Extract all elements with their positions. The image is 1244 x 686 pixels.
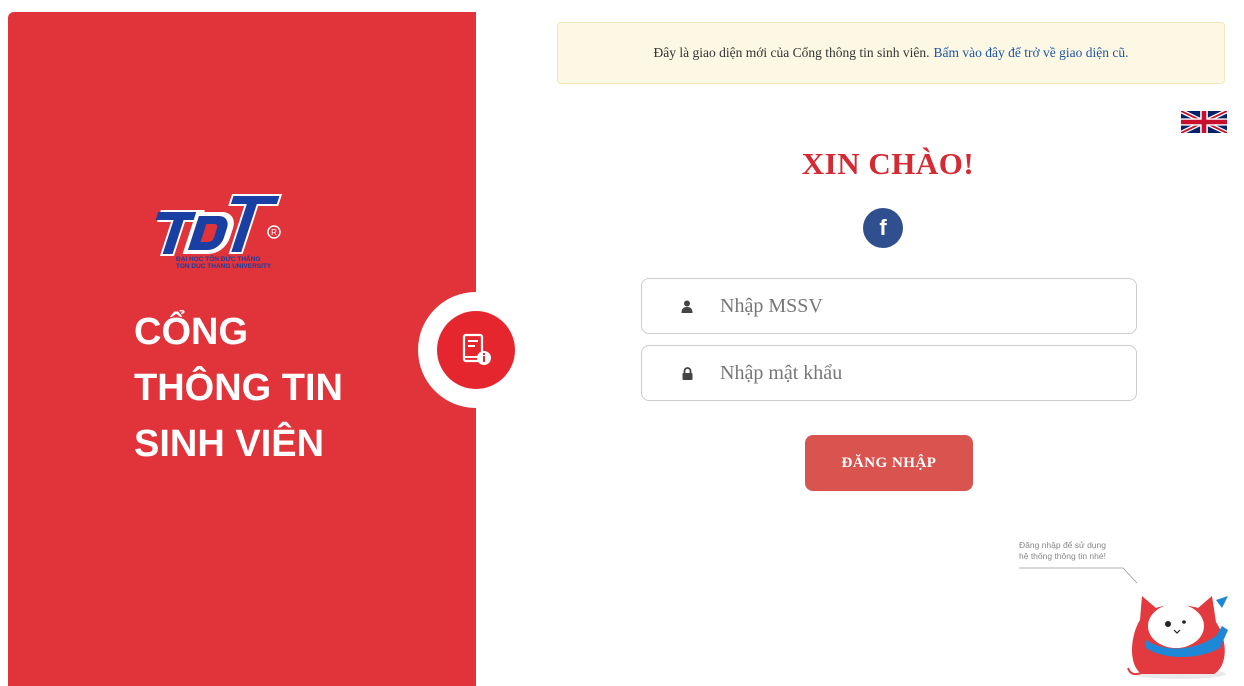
student-book-info-icon — [437, 311, 515, 389]
mascot-cat-icon — [1127, 596, 1228, 679]
new-interface-notice: Đây là giao diện mới của Cổng thông tin … — [557, 22, 1225, 84]
mssv-field[interactable] — [641, 278, 1137, 334]
portal-title: CỔNG THÔNG TIN SINH VIÊN — [134, 304, 343, 472]
logo-caption: ĐẠI HỌC TÔN ĐỨC THẮNG TON DUC THANG UNIV… — [176, 256, 271, 270]
hint-pointer-line — [1019, 567, 1138, 584]
svg-text:R: R — [271, 228, 277, 237]
portal-title-line-3: SINH VIÊN — [134, 423, 325, 465]
mssv-input[interactable] — [718, 293, 1082, 319]
notice-text: Đây là giao diện mới của Cổng thông tin … — [653, 45, 930, 60]
greeting-title: XIN CHÀO! — [801, 146, 975, 181]
tdt-logo: R ĐẠI HỌC TÔN ĐỨC THẮNG TON DUC THANG UN… — [140, 182, 290, 278]
lock-icon — [680, 366, 694, 380]
old-interface-link[interactable]: Bấm vào đây để trở về giao diện cũ. — [934, 45, 1129, 61]
login-button[interactable]: ĐĂNG NHẬP — [805, 435, 973, 491]
password-input[interactable] — [718, 360, 1082, 386]
mascot-hint-line-1: Đăng nhập để sử dụng — [1019, 540, 1106, 550]
password-field[interactable] — [641, 345, 1137, 401]
logo-university-en: TON DUC THANG UNIVERSITY — [176, 263, 272, 270]
brand-panel: R ĐẠI HỌC TÔN ĐỨC THẮNG TON DUC THANG UN… — [8, 12, 476, 686]
facebook-login-button[interactable]: f — [863, 208, 903, 248]
portal-title-line-1: CỔNG — [134, 311, 248, 353]
login-page: R ĐẠI HỌC TÔN ĐỨC THẮNG TON DUC THANG UN… — [0, 0, 1244, 686]
mascot-hint: Đăng nhập để sử dụng hệ thống thông tin … — [1019, 540, 1106, 562]
uk-flag-icon[interactable] — [1179, 109, 1229, 135]
logo-university-vn: ĐẠI HỌC TÔN ĐỨC THẮNG — [176, 256, 261, 263]
portal-title-line-2: THÔNG TIN — [134, 367, 343, 409]
facebook-icon: f — [879, 215, 887, 240]
mascot-hint-line-2: hệ thống thông tin nhé! — [1019, 551, 1106, 561]
user-icon — [680, 300, 694, 313]
